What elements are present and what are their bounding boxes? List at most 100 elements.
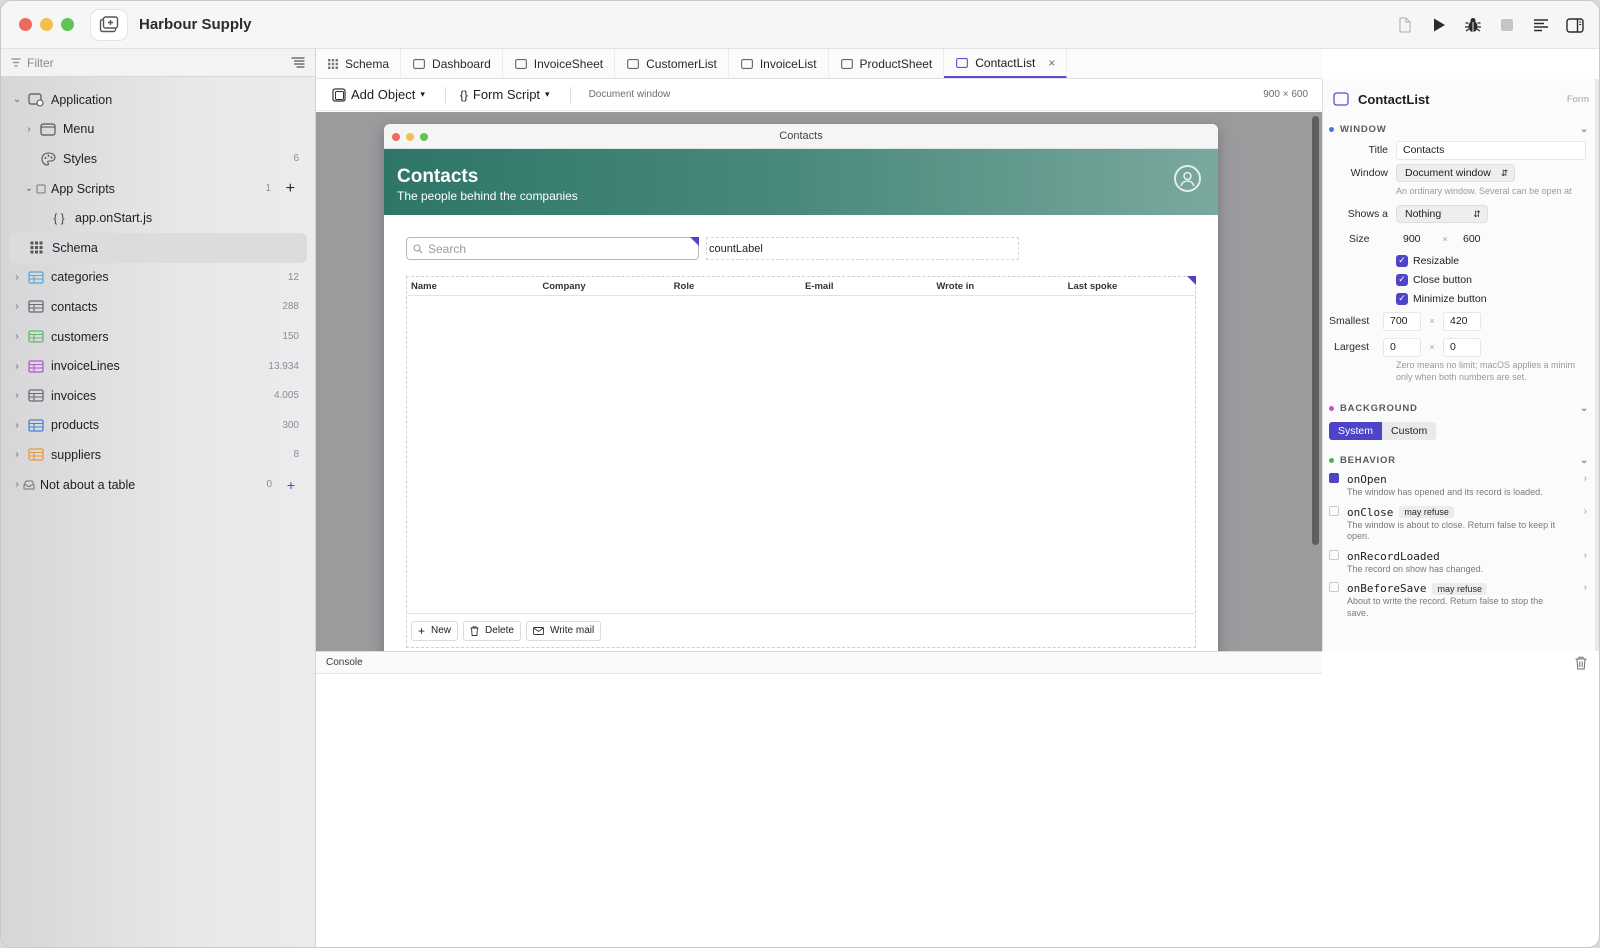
chevron-right-icon[interactable]: › [1584,506,1587,517]
column-header-name[interactable]: Name [407,277,538,295]
new-window-button[interactable] [91,10,127,40]
close-window-button[interactable] [19,18,32,31]
tree-item-suppliers[interactable]: › suppliers 8 [1,440,315,470]
tab-dashboard[interactable]: Dashboard [401,49,503,78]
tree-item-app-scripts[interactable]: ⌄ App Scripts 1 + [1,174,315,204]
column-header-role[interactable]: Role [670,277,801,295]
chevron-down-icon[interactable]: ⌄ [1580,124,1589,135]
chevron-right-icon[interactable]: › [11,301,23,312]
event-onopen[interactable]: onOpen The window has opened and its rec… [1323,472,1599,499]
tab-productsheet[interactable]: ProductSheet [829,49,945,78]
tree-item-application[interactable]: ⌄ Application [1,85,315,115]
new-button[interactable]: + New [411,620,459,641]
resize-handle[interactable] [690,237,699,246]
chevron-right-icon[interactable]: › [1584,473,1587,484]
format-button[interactable] [1527,11,1555,39]
largest-height-field[interactable]: 0 [1443,337,1481,357]
chevron-down-icon[interactable]: ⌄ [1580,455,1589,466]
tree-item-categories[interactable]: › categories 12 [1,263,315,293]
tree-item-menu[interactable]: › Menu [1,115,315,145]
chevron-right-icon[interactable]: › [11,331,23,342]
clear-console-button[interactable] [1575,656,1587,673]
tab-invoicelist[interactable]: InvoiceList [729,49,829,78]
person-icon[interactable] [1174,165,1201,192]
tab-customerlist[interactable]: CustomerList [615,49,729,78]
size-height-field[interactable]: 600 [1456,230,1494,249]
debug-button[interactable] [1459,11,1487,39]
add-script-icon[interactable]: + [286,180,295,198]
column-header-company[interactable]: Company [538,277,669,295]
title-field[interactable]: Contacts [1396,140,1586,160]
chevron-down-icon[interactable]: ⌄ [11,94,23,105]
tree-item-app-onstart[interactable]: { } app.onStart.js [1,203,315,233]
resize-handle[interactable] [1187,276,1196,285]
trash-icon [470,625,479,636]
tree-item-contacts[interactable]: › contacts 288 [1,292,315,322]
size-width-field[interactable]: 900 [1396,230,1434,249]
background-section-header[interactable]: BACKGROUND ⌄ [1323,398,1599,418]
chevron-right-icon[interactable]: › [11,479,23,490]
largest-width-field[interactable]: 0 [1383,337,1421,357]
export-button[interactable] [1391,11,1419,39]
header-band[interactable]: Contacts The people behind the companies [384,149,1218,215]
form-script-button[interactable]: {} Form Script ▾ [458,87,558,102]
contact-list-view[interactable]: Name Company Role E-mail Wrote in Last s… [406,276,1196,648]
resizable-checkbox[interactable]: ✓ Resizable [1323,251,1599,270]
tree-item-styles[interactable]: Styles 6 [1,144,315,174]
tree-item-products[interactable]: › products 300 [1,411,315,441]
filter-input[interactable]: Filter [27,56,291,70]
event-onrecordloaded[interactable]: onRecordLoaded The record on show has ch… [1323,549,1599,576]
chevron-down-icon[interactable]: ⌄ [1580,403,1589,414]
chevron-right-icon[interactable]: › [1584,582,1587,593]
close-button-checkbox[interactable]: ✓ Close button [1323,270,1599,289]
minimize-button-checkbox[interactable]: ✓ Minimize button [1323,289,1599,308]
add-object-button[interactable]: Add Object ▾ [330,87,433,102]
chevron-right-icon[interactable]: › [23,124,35,135]
window-type-select[interactable]: Document window ⇵ [1396,164,1516,182]
tree-item-invoices[interactable]: › invoices 4.005 [1,381,315,411]
event-onbeforesave[interactable]: onBeforeSave may refuse About to write th… [1323,581,1599,619]
minimize-window-button[interactable] [40,18,53,31]
stop-button[interactable] [1493,11,1521,39]
tab-schema[interactable]: Schema [316,49,402,78]
chevron-right-icon[interactable]: › [11,361,23,372]
column-header-wrote-in[interactable]: Wrote in [932,277,1063,295]
header-subtitle[interactable]: The people behind the companies [397,189,578,203]
chevron-right-icon[interactable]: › [11,420,23,431]
chevron-right-icon[interactable]: › [11,272,23,283]
chevron-right-icon[interactable]: › [1584,550,1587,561]
column-header-email[interactable]: E-mail [801,277,932,295]
canvas-scrollbar[interactable] [1312,116,1319,545]
tree-item-not-about-table[interactable]: › Not about a table 0 + [1,470,315,500]
tree-item-schema[interactable]: Schema [9,232,307,263]
tree-item-customers[interactable]: › customers 150 [1,322,315,352]
search-field[interactable]: Search [406,237,699,260]
list-options-icon[interactable] [291,57,305,68]
count-label[interactable]: countLabel [706,237,1019,260]
close-tab-icon[interactable]: × [1048,56,1055,70]
shows-select[interactable]: Nothing ⇵ [1396,205,1488,223]
chevron-right-icon[interactable]: › [11,390,23,401]
write-mail-button[interactable]: Write mail [525,620,602,641]
toggle-inspector-button[interactable] [1561,11,1589,39]
inspector-scrollbar[interactable] [1595,79,1599,651]
add-item-icon[interactable]: + [287,477,295,493]
run-button[interactable] [1425,11,1453,39]
smallest-height-field[interactable]: 420 [1443,311,1481,331]
event-onclose[interactable]: onClose may refuse The window is about to… [1323,505,1599,543]
tab-invoicesheet[interactable]: InvoiceSheet [503,49,616,78]
header-title[interactable]: Contacts [397,166,478,188]
background-custom-option[interactable]: Custom [1382,422,1437,440]
background-system-option[interactable]: System [1329,422,1383,440]
zoom-window-button[interactable] [61,18,74,31]
chevron-right-icon[interactable]: › [11,449,23,460]
behavior-section-header[interactable]: BEHAVIOR ⌄ [1323,450,1599,470]
tree-item-invoicelines[interactable]: › invoiceLines 13.934 [1,351,315,381]
delete-button[interactable]: Delete [463,620,521,641]
console-output[interactable] [316,674,1599,947]
window-section-header[interactable]: WINDOW ⌄ [1323,119,1599,139]
smallest-width-field[interactable]: 700 [1383,311,1421,331]
tab-contactlist[interactable]: ContactList × [944,49,1068,78]
chevron-down-icon[interactable]: ⌄ [23,183,35,194]
column-header-last-spoke[interactable]: Last spoke [1064,277,1195,295]
